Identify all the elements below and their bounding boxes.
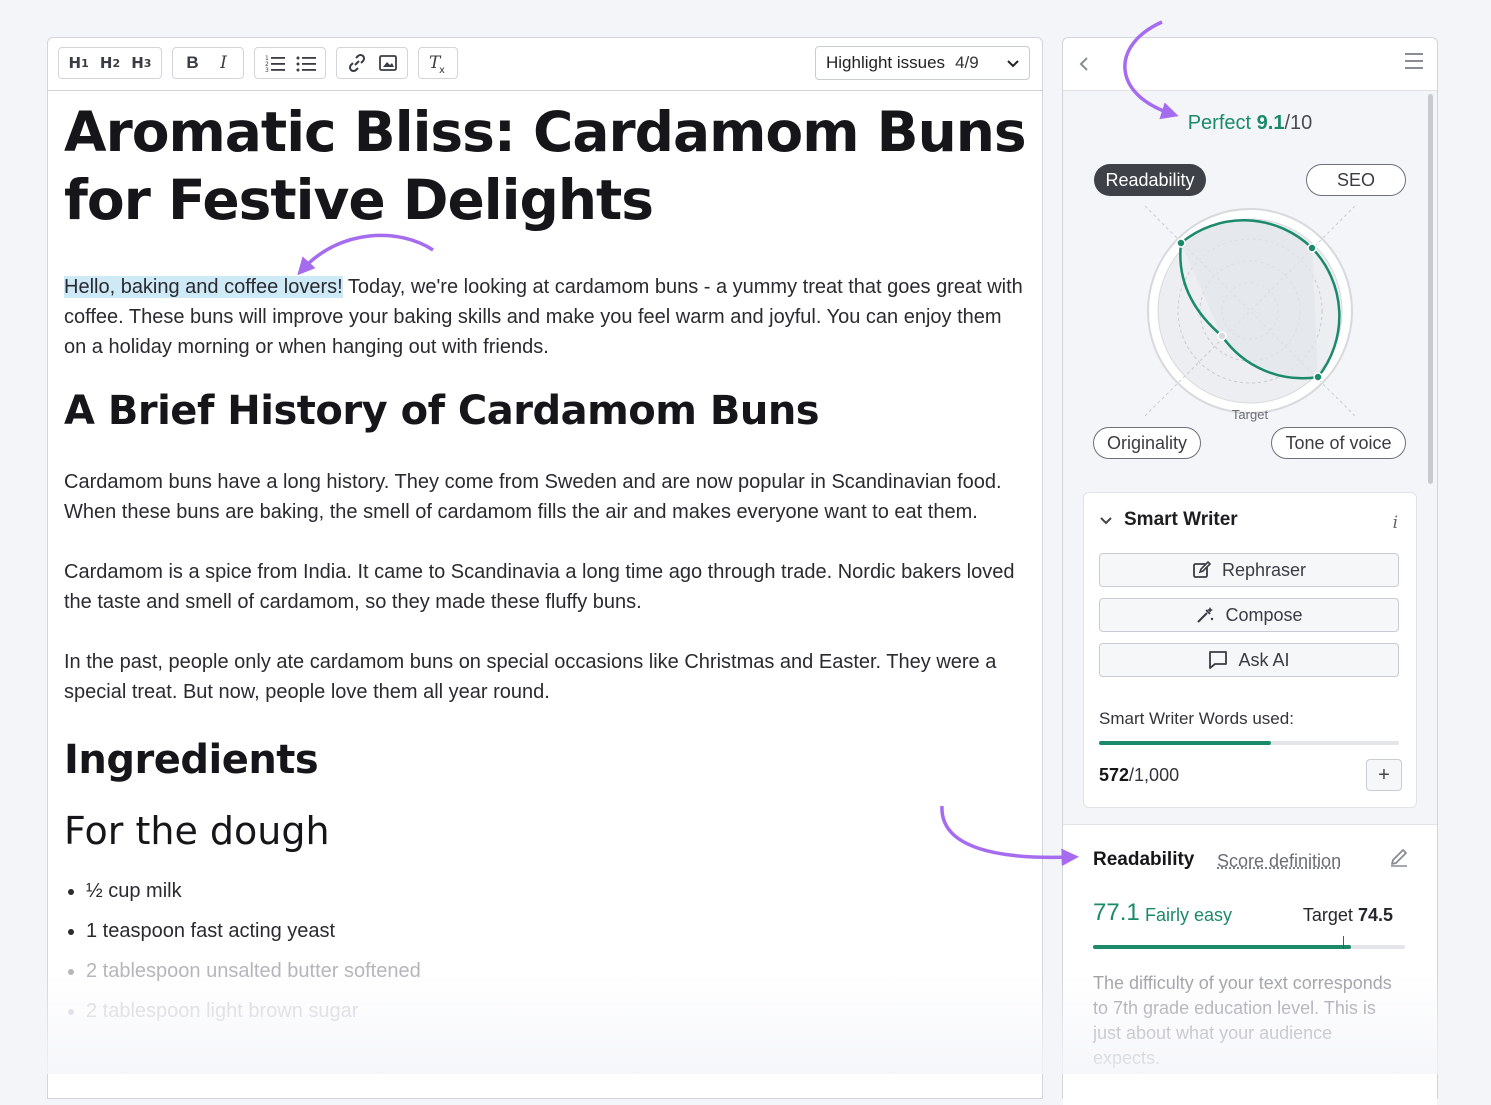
history-paragraph-2[interactable]: Cardamom is a spice from India. It came … [64, 557, 1026, 617]
chevron-down-icon [1007, 55, 1019, 71]
score-value: 9.1 [1256, 112, 1285, 134]
insert-group [336, 47, 408, 79]
readability-description: The difficulty of your text corresponds … [1093, 973, 1392, 1068]
score-definition-link[interactable]: Score definition [1217, 851, 1341, 872]
smart-writer-header[interactable]: Smart Writer [1100, 509, 1238, 531]
panel-scrollbar[interactable] [1428, 94, 1433, 484]
heading-2-button[interactable]: H2 [94, 48, 125, 78]
edit-icon [1193, 560, 1212, 578]
italic-button[interactable]: I [208, 48, 239, 78]
readability-title: Readability [1093, 849, 1195, 870]
readability-bar [1093, 936, 1405, 949]
tab-originality[interactable]: Originality [1093, 427, 1201, 459]
highlight-issues-label: Highlight issues [826, 53, 946, 72]
bold-button[interactable]: B [177, 48, 208, 78]
ordered-list-icon[interactable]: 123 [259, 48, 290, 78]
clear-format-icon[interactable]: Tx [423, 48, 453, 78]
words-used-fill [1099, 741, 1271, 745]
tab-seo[interactable]: SEO [1306, 164, 1406, 196]
list-item[interactable]: 1 teaspoon fast acting yeast [86, 911, 1026, 951]
highlight-issues-dropdown[interactable]: Highlight issues 4/9 [815, 46, 1030, 80]
article-content[interactable]: Aromatic Bliss: Cardamom Buns for Festiv… [64, 98, 1027, 1031]
format-group: B I [172, 47, 244, 79]
score-word: Perfect [1187, 112, 1252, 134]
heading-group: H1 H2 H3 [58, 47, 162, 79]
ask-ai-label: Ask AI [1238, 649, 1290, 670]
highlight-issues-count: 4/9 [955, 53, 979, 72]
rephraser-label: Rephraser [1221, 559, 1307, 580]
chat-icon [1209, 651, 1228, 669]
words-used-count: 572/1,000 [1099, 765, 1180, 785]
readability-level: Fairly easy [1145, 905, 1233, 925]
svg-text:x: x [439, 65, 445, 74]
chevron-left-icon[interactable] [1079, 52, 1089, 78]
ask-ai-button[interactable]: Ask AI [1099, 643, 1399, 677]
seo-writing-assistant-panel: Perfect 9.1/10 Readability SEO Originali… [1062, 37, 1438, 1105]
panel-header [1063, 38, 1437, 91]
tab-readability[interactable]: Readability [1094, 164, 1206, 196]
compose-button[interactable]: Compose [1099, 598, 1399, 632]
section-heading-history[interactable]: A Brief History of Cardamom Buns [64, 386, 1026, 436]
list-item[interactable]: 2 tablespoon unsalted butter softened [86, 951, 1026, 991]
highlighted-issue[interactable]: Hello, baking and coffee lovers! [64, 276, 343, 298]
heading-3-button[interactable]: H3 [126, 48, 157, 78]
link-icon[interactable] [341, 48, 372, 78]
magic-wand-icon [1197, 607, 1214, 623]
svg-text:3: 3 [265, 67, 269, 72]
bullet-list-icon[interactable] [290, 48, 321, 78]
editor-toolbar: H1 H2 H3 B I 123 Tx Highlight issues 4/9 [48, 38, 1042, 91]
radar-target-label: Target [1231, 407, 1269, 422]
tab-tone-of-voice[interactable]: Tone of voice [1271, 427, 1406, 459]
overall-score: Perfect 9.1/10 [1063, 112, 1437, 135]
compose-label: Compose [1225, 604, 1303, 625]
list-item[interactable]: ½ cup milk [86, 871, 1026, 911]
smart-writer-card: Smart Writer i Rephraser Compose Ask AI … [1083, 492, 1417, 808]
rephraser-button[interactable]: Rephraser [1099, 553, 1399, 587]
text-editor[interactable]: H1 H2 H3 B I 123 Tx Highlight issues 4/9… [47, 37, 1043, 1099]
menu-icon[interactable] [1405, 53, 1423, 74]
score-max: /10 [1284, 112, 1313, 134]
score-radar-chart [1145, 206, 1355, 416]
info-icon[interactable]: i [1393, 513, 1398, 533]
history-paragraph-3[interactable]: In the past, people only ate cardamom bu… [64, 647, 1026, 707]
readability-section: Readability Score definition 77.1 Fairly… [1063, 824, 1437, 1105]
ingredient-list: ½ cup milk 1 teaspoon fast acting yeast … [64, 871, 1026, 1031]
words-used-label: Smart Writer Words used: [1099, 709, 1294, 728]
add-words-button[interactable]: + [1366, 759, 1402, 791]
section-heading-ingredients[interactable]: Ingredients [64, 735, 1026, 785]
readability-score: 77.1 [1093, 899, 1140, 926]
readability-fill [1093, 945, 1352, 949]
subheading-dough[interactable]: For the dough [64, 807, 1026, 855]
clear-format-group: Tx [418, 47, 458, 79]
image-icon[interactable] [372, 48, 403, 78]
chevron-down-icon [1100, 512, 1112, 528]
intro-paragraph[interactable]: Hello, baking and coffee lovers! Today, … [64, 272, 1026, 362]
smart-writer-title: Smart Writer [1124, 509, 1238, 530]
history-paragraph-1[interactable]: Cardamom buns have a long history. They … [64, 467, 1026, 527]
article-title[interactable]: Aromatic Bliss: Cardamom Buns for Festiv… [64, 98, 1027, 234]
readability-target-marker [1342, 936, 1344, 949]
list-group: 123 [254, 47, 326, 79]
words-used-bar [1099, 741, 1399, 745]
readability-target: Target 74.5 [1302, 905, 1393, 925]
pencil-icon[interactable] [1389, 847, 1409, 872]
list-item[interactable]: 2 tablespoon light brown sugar [86, 991, 1026, 1031]
heading-1-button[interactable]: H1 [63, 48, 94, 78]
